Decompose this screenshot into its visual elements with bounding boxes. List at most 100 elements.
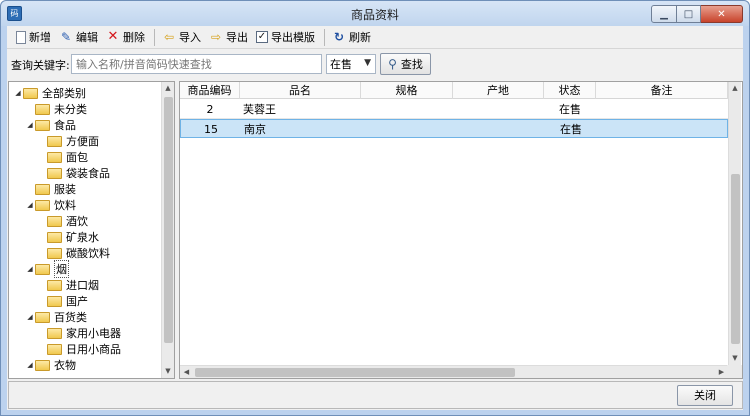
maximize-button[interactable]: □ bbox=[677, 5, 701, 23]
export-template-button[interactable]: ✓ 导出模版 bbox=[253, 27, 320, 47]
folder-icon bbox=[47, 135, 62, 147]
window-controls: ▁ □ ✕ bbox=[651, 5, 743, 23]
edit-button[interactable]: ✎ 编辑 bbox=[56, 27, 103, 47]
grid-horizontal-scrollbar[interactable]: ◀ ▶ bbox=[180, 365, 728, 378]
import-button-label: 导入 bbox=[179, 31, 201, 44]
column-header[interactable]: 备注 bbox=[596, 82, 728, 99]
scroll-up-icon[interactable]: ▲ bbox=[162, 82, 174, 95]
scroll-up-icon[interactable]: ▲ bbox=[729, 82, 741, 95]
folder-icon bbox=[35, 311, 50, 323]
find-button-label: 查找 bbox=[400, 58, 423, 71]
tree-item[interactable]: ◢ 百货类 bbox=[25, 309, 87, 325]
tree-item[interactable]: 酒饮 bbox=[37, 213, 88, 229]
category-tree[interactable]: ◢ 全部类别未分类 ◢ 食品 方便面面包 袋装食品服装 ◢ 饮料 酒饮 矿泉水 碳酸饮料 ◢ 烟进口烟国… bbox=[8, 81, 175, 379]
minimize-icon: ▁ bbox=[660, 8, 668, 20]
edit-button-label: 编辑 bbox=[76, 31, 98, 44]
tree-item[interactable]: ◢ 烟 bbox=[25, 260, 69, 278]
expand-arrow-icon[interactable]: ◢ bbox=[25, 361, 35, 369]
search-bar: 查询关键字: 在售 ▼ ⚲ 查找 bbox=[7, 53, 743, 75]
grid-vertical-scrollbar[interactable]: ▲ ▼ bbox=[728, 82, 741, 365]
column-header[interactable]: 产地 bbox=[453, 82, 544, 99]
expand-arrow-icon[interactable]: ◢ bbox=[25, 121, 35, 129]
tree-item[interactable]: 家用小电器 bbox=[37, 325, 121, 341]
export-button-label: 导出 bbox=[226, 31, 248, 44]
table-cell-spec bbox=[362, 120, 454, 139]
new-button[interactable]: 新增 bbox=[13, 27, 56, 47]
delete-button[interactable]: ✕ 删除 bbox=[103, 27, 150, 47]
tree-item-label: 食品 bbox=[54, 119, 76, 132]
search-input[interactable] bbox=[71, 54, 322, 74]
tree-item[interactable]: ◢ 食品 bbox=[25, 117, 76, 133]
close-window-button[interactable]: ✕ bbox=[701, 5, 743, 23]
refresh-button[interactable]: ↻ 刷新 bbox=[329, 27, 376, 47]
folder-icon bbox=[47, 327, 62, 339]
product-grid[interactable]: 商品编码 品名 规格 产地 状态 备注 2 芙蓉王 在售 15 南京 在售 ▲ ▼ ◀ ▶ bbox=[179, 81, 743, 379]
expand-arrow-icon[interactable]: ◢ bbox=[13, 89, 23, 97]
folder-icon bbox=[23, 87, 38, 99]
tree-item-label: 衣物 bbox=[54, 359, 76, 372]
scroll-corner bbox=[727, 365, 742, 378]
folder-icon bbox=[35, 103, 50, 115]
tree-item-label: 家用小电器 bbox=[66, 327, 121, 340]
tree-item[interactable]: ◢ 全部类别 bbox=[13, 85, 86, 101]
scroll-down-icon[interactable]: ▼ bbox=[729, 352, 741, 365]
tree-item[interactable]: 国产 bbox=[37, 293, 88, 309]
scroll-left-icon[interactable]: ◀ bbox=[180, 366, 193, 378]
find-button[interactable]: ⚲ 查找 bbox=[380, 53, 431, 75]
tree-item[interactable]: 矿泉水 bbox=[37, 229, 99, 245]
tree-item[interactable]: 服装 bbox=[25, 181, 76, 197]
tree-scroll-thumb[interactable] bbox=[164, 97, 173, 343]
tree-vertical-scrollbar[interactable]: ▲ ▼ bbox=[161, 82, 174, 378]
column-header[interactable]: 规格 bbox=[361, 82, 453, 99]
tree-item[interactable]: 未分类 bbox=[25, 101, 87, 117]
expand-arrow-icon[interactable]: ◢ bbox=[25, 313, 35, 321]
refresh-button-label: 刷新 bbox=[349, 31, 371, 44]
expand-arrow-icon[interactable]: ◢ bbox=[25, 265, 35, 273]
tree-item[interactable]: ◢ 衣物 bbox=[25, 357, 76, 373]
tree-item-label: 饮料 bbox=[54, 199, 76, 212]
column-header[interactable]: 品名 bbox=[240, 82, 361, 99]
folder-icon bbox=[47, 247, 62, 259]
title-bar[interactable]: 码 商品资料 ▁ □ ✕ bbox=[1, 1, 749, 26]
table-cell-spec bbox=[361, 100, 453, 119]
grid-scroll-thumb[interactable] bbox=[731, 174, 740, 344]
column-header[interactable]: 状态 bbox=[544, 82, 596, 99]
status-select[interactable]: 在售 ▼ bbox=[326, 54, 376, 74]
minimize-button[interactable]: ▁ bbox=[651, 5, 677, 23]
scroll-down-icon[interactable]: ▼ bbox=[162, 365, 174, 378]
folder-icon bbox=[47, 343, 62, 355]
tree-item-label: 服装 bbox=[54, 183, 76, 196]
chevron-down-icon: ▼ bbox=[364, 58, 371, 68]
tree-item[interactable]: ◢ 饮料 bbox=[25, 197, 76, 213]
table-row[interactable]: 15 南京 在售 bbox=[180, 119, 728, 138]
pen-icon: ✎ bbox=[60, 30, 72, 44]
client-area: 新增 ✎ 编辑 ✕ 删除 ⇦ 导入 ⇨ 导出 ✓ 导出模版 ↻ 刷新 查询关键字… bbox=[7, 26, 743, 410]
close-button[interactable]: 关闭 bbox=[677, 385, 733, 406]
grid-hscroll-thumb[interactable] bbox=[195, 368, 515, 377]
expand-arrow-icon[interactable]: ◢ bbox=[25, 201, 35, 209]
folder-icon bbox=[47, 279, 62, 291]
tree-item[interactable]: 碳酸饮料 bbox=[37, 245, 110, 261]
tree-item-label: 未分类 bbox=[54, 103, 87, 116]
refresh-icon: ↻ bbox=[333, 30, 345, 44]
tree-item[interactable]: 袋装食品 bbox=[37, 165, 110, 181]
export-button[interactable]: ⇨ 导出 bbox=[206, 27, 253, 47]
toolbar-separator bbox=[154, 28, 155, 46]
tree-item[interactable]: 日用小商品 bbox=[37, 341, 121, 357]
tree-item[interactable]: 方便面 bbox=[37, 133, 99, 149]
tree-item-label: 面包 bbox=[66, 151, 88, 164]
tree-item[interactable]: 面包 bbox=[37, 149, 88, 165]
toolbar: 新增 ✎ 编辑 ✕ 删除 ⇦ 导入 ⇨ 导出 ✓ 导出模版 ↻ 刷新 bbox=[7, 26, 743, 49]
table-cell-name: 芙蓉王 bbox=[243, 103, 276, 116]
column-header[interactable]: 商品编码 bbox=[180, 82, 240, 99]
folder-icon bbox=[47, 231, 62, 243]
search-label: 查询关键字: bbox=[11, 59, 70, 72]
tree-item-label: 全部类别 bbox=[42, 87, 86, 100]
toolbar-separator bbox=[324, 28, 325, 46]
import-button[interactable]: ⇦ 导入 bbox=[159, 27, 206, 47]
table-row[interactable]: 2 芙蓉王 在售 bbox=[180, 100, 728, 119]
folder-icon bbox=[47, 167, 62, 179]
main-window: 码 商品资料 ▁ □ ✕ 新增 ✎ 编辑 ✕ 删除 ⇦ 导入 ⇨ 导出 ✓ 导出… bbox=[0, 0, 750, 416]
window-title: 商品资料 bbox=[350, 8, 399, 22]
tree-item[interactable]: 进口烟 bbox=[37, 277, 99, 293]
